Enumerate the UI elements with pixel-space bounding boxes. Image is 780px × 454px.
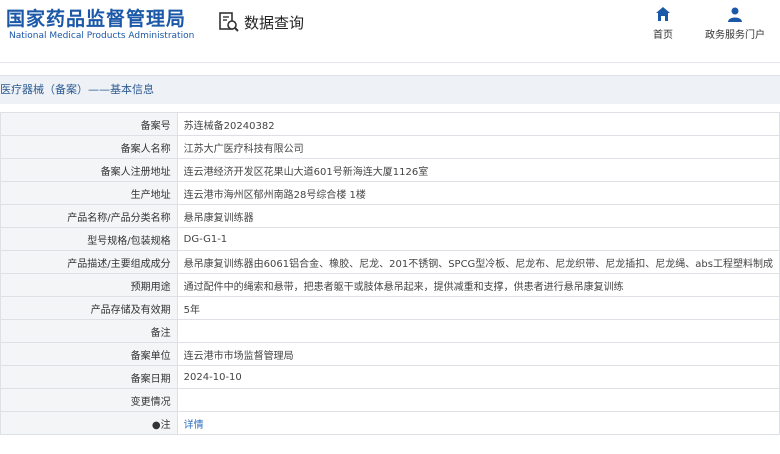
row-label: 备案人注册地址 — [0, 158, 178, 182]
nav-gov-service-label: 政务服务门户 — [705, 30, 765, 41]
table-row: 型号规格/包装规格 DG-G1-1 — [0, 227, 780, 251]
breadcrumb: 医疗器械（备案）——基本信息 — [0, 75, 780, 104]
nav-home-label: 首页 — [653, 30, 673, 41]
row-label: 预期用途 — [0, 273, 178, 297]
table-row: 产品名称/产品分类名称 悬吊康复训练器 — [0, 204, 780, 228]
table-row: ●注 详情 — [0, 411, 780, 435]
row-value: 连云港经济开发区花果山大道601号新海连大厦1126室 — [176, 158, 780, 182]
row-label: 产品描述/主要组成成分 — [0, 250, 178, 274]
data-query-label: 数据查询 — [244, 13, 305, 32]
row-value: 通过配件中的绳索和悬带，把患者躯干或肢体悬吊起来，提供减重和支撑，供患者进行悬吊… — [176, 273, 780, 297]
row-value: 5年 — [176, 296, 780, 320]
table-row: 生产地址 连云港市海州区郁州南路28号综合楼 1楼 — [0, 181, 780, 205]
note-label: ●注 — [0, 411, 178, 435]
row-value: 江苏大广医疗科技有限公司 — [176, 135, 780, 159]
row-label: 产品存储及有效期 — [0, 296, 178, 320]
row-value: 2024-10-10 — [176, 365, 780, 389]
table-row: 备案日期 2024-10-10 — [0, 365, 780, 389]
site-title[interactable]: 国家药品监督管理局 — [6, 4, 186, 31]
row-label: 备案人名称 — [0, 135, 178, 159]
table-row: 产品描述/主要组成成分 悬吊康复训练器由6061铝合金、橡胶、尼龙、201不锈钢、… — [0, 250, 780, 274]
row-value: 苏连械备20240382 — [176, 112, 780, 136]
site-title-en: National Medical Products Administration — [9, 31, 195, 41]
nav-home[interactable]: 首页 — [628, 6, 698, 41]
table-row: 备案号 苏连械备20240382 — [0, 112, 780, 136]
details-link[interactable]: 详情 — [184, 420, 204, 431]
site-header: 国家药品监督管理局 National Medical Products Admi… — [0, 0, 780, 62]
row-label: 产品名称/产品分类名称 — [0, 204, 178, 228]
row-label: 型号规格/包装规格 — [0, 227, 178, 251]
row-label: 备案单位 — [0, 342, 178, 366]
row-value: 悬吊康复训练器由6061铝合金、橡胶、尼龙、201不锈钢、SPCG型冷板、尼龙布… — [176, 250, 780, 274]
row-label: 备案日期 — [0, 365, 178, 389]
detail-table: 备案号 苏连械备20240382 备案人名称 江苏大广医疗科技有限公司 备案人注册地… — [0, 112, 780, 435]
row-value: 连云港市海州区郁州南路28号综合楼 1楼 — [176, 181, 780, 205]
row-label: 变更情况 — [0, 388, 178, 412]
row-value: 连云港市市场监督管理局 — [176, 342, 780, 366]
note-value: 详情 — [176, 411, 780, 435]
row-value — [176, 388, 780, 412]
table-row: 产品存储及有效期 5年 — [0, 296, 780, 320]
table-row: 变更情况 — [0, 388, 780, 412]
table-row: 预期用途 通过配件中的绳索和悬带，把患者躯干或肢体悬吊起来，提供减重和支撑，供患者… — [0, 273, 780, 297]
data-query-button[interactable]: 数据查询 — [218, 11, 304, 33]
table-row: 备案单位 连云港市市场监督管理局 — [0, 342, 780, 366]
home-icon — [656, 7, 670, 21]
nav-gov-service[interactable]: 政务服务门户 — [700, 6, 770, 41]
row-label: 生产地址 — [0, 181, 178, 205]
row-value: DG-G1-1 — [176, 227, 780, 251]
header-divider — [0, 62, 780, 75]
row-value: 悬吊康复训练器 — [176, 204, 780, 228]
row-label: 备注 — [0, 319, 178, 343]
row-label: 备案号 — [0, 112, 178, 136]
table-row: 备案人名称 江苏大广医疗科技有限公司 — [0, 135, 780, 159]
row-value — [176, 319, 780, 343]
user-icon — [728, 7, 742, 22]
table-row: 备案人注册地址 连云港经济开发区花果山大道601号新海连大厦1126室 — [0, 158, 780, 182]
document-search-icon — [219, 12, 239, 32]
table-row: 备注 — [0, 319, 780, 343]
